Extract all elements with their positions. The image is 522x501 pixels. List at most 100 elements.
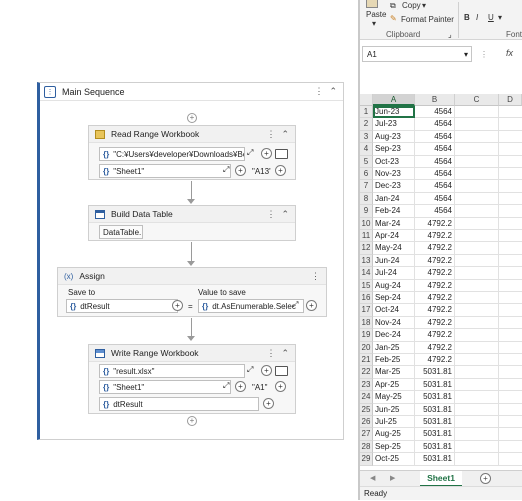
cell-d[interactable] xyxy=(499,230,522,243)
cell-b[interactable]: 4792.2 xyxy=(415,279,455,292)
cell-c[interactable] xyxy=(455,205,499,218)
cell-c[interactable] xyxy=(455,378,499,392)
cell-b[interactable]: 4564 xyxy=(415,118,455,131)
range-field[interactable]: "A13" xyxy=(249,164,271,178)
cell-c[interactable] xyxy=(455,118,499,131)
cell-d[interactable] xyxy=(499,379,522,392)
cell-c[interactable] xyxy=(455,267,499,280)
cell-c[interactable] xyxy=(455,279,499,292)
cell-a[interactable]: Jul-24 xyxy=(373,267,415,280)
cell-b[interactable]: 4792.2 xyxy=(415,230,455,243)
add-icon[interactable]: + xyxy=(261,365,272,376)
cell-a[interactable]: Jun-25 xyxy=(373,403,415,416)
row-header[interactable]: 21 xyxy=(360,354,373,367)
collapse-icon[interactable]: ⌃ xyxy=(329,86,337,97)
cell-c[interactable] xyxy=(455,168,499,181)
cell-a[interactable]: Oct-24 xyxy=(373,304,415,317)
cell-b[interactable]: 5031.81 xyxy=(415,366,455,379)
row-header[interactable]: 8 xyxy=(360,192,373,206)
cell-b[interactable]: 4792.2 xyxy=(415,292,455,305)
write-range-workbook-activity[interactable]: Write Range Workbook ⋮ ⌃ {} "result.xlsx… xyxy=(88,344,296,414)
row-header[interactable]: 26 xyxy=(360,416,373,429)
cell-c[interactable] xyxy=(455,230,499,243)
expand-editor-icon[interactable]: ⤢ xyxy=(247,365,253,375)
format-painter-icon[interactable]: ✎ xyxy=(390,14,397,23)
more-options-icon[interactable]: ⋮ xyxy=(311,271,320,282)
cell-c[interactable] xyxy=(455,192,499,206)
cell-a[interactable]: Aug-25 xyxy=(373,428,415,441)
row-header[interactable]: 27 xyxy=(360,428,373,441)
name-box[interactable]: A1 ▾ xyxy=(362,46,472,62)
cell-b[interactable]: 4564 xyxy=(415,205,455,218)
row-header[interactable]: 24 xyxy=(360,391,373,404)
row-header[interactable]: 4 xyxy=(360,143,373,156)
cell-d[interactable] xyxy=(499,329,522,342)
cell-d[interactable] xyxy=(499,317,522,330)
cell-c[interactable] xyxy=(455,130,499,144)
cell-d[interactable] xyxy=(499,416,522,429)
expand-editor-icon[interactable]: ⤢ xyxy=(223,381,229,391)
assign-activity[interactable]: (x) Assign ⋮ Save to Value to save {} dt… xyxy=(57,267,327,317)
workbook-path-field[interactable]: {} "C:¥Users¥developer¥Downloads¥Bool xyxy=(99,147,245,161)
select-all-corner[interactable] xyxy=(360,94,373,106)
italic-button[interactable]: I xyxy=(476,13,478,22)
write-range-field[interactable]: "A1" xyxy=(249,380,271,394)
cell-d[interactable] xyxy=(499,118,522,131)
add-icon[interactable]: + xyxy=(275,381,286,392)
cell-d[interactable] xyxy=(499,391,522,404)
column-header-d[interactable]: D xyxy=(499,94,522,106)
cell-b[interactable]: 4792.2 xyxy=(415,254,455,268)
row-header[interactable]: 10 xyxy=(360,217,373,230)
add-icon[interactable]: + xyxy=(172,300,183,311)
more-options-icon[interactable]: ⋮ xyxy=(266,209,275,220)
add-activity-icon[interactable]: + xyxy=(187,416,197,426)
cell-a[interactable]: Sep-23 xyxy=(373,143,415,156)
row-header[interactable]: 28 xyxy=(360,440,373,454)
cell-d[interactable] xyxy=(499,106,522,119)
cell-a[interactable]: Sep-24 xyxy=(373,292,415,305)
expand-editor-icon[interactable]: ⤢ xyxy=(247,148,253,158)
underline-dropdown-icon[interactable]: ▾ xyxy=(498,13,502,22)
more-options-icon[interactable]: ⋮ xyxy=(266,129,275,140)
row-header[interactable]: 9 xyxy=(360,205,373,218)
expand-editor-icon[interactable]: ⤢ xyxy=(292,300,298,310)
row-header[interactable]: 23 xyxy=(360,378,373,392)
row-header[interactable]: 22 xyxy=(360,366,373,379)
cell-d[interactable] xyxy=(499,168,522,181)
row-header[interactable]: 18 xyxy=(360,316,373,330)
cell-b[interactable]: 5031.81 xyxy=(415,453,455,466)
cell-a[interactable]: Jun-24 xyxy=(373,254,415,268)
cell-c[interactable] xyxy=(455,428,499,441)
cell-b[interactable]: 5031.81 xyxy=(415,440,455,454)
cell-b[interactable]: 4792.2 xyxy=(415,354,455,367)
cell-a[interactable]: Oct-25 xyxy=(373,453,415,466)
row-header[interactable]: 5 xyxy=(360,155,373,168)
cell-d[interactable] xyxy=(499,304,522,317)
cell-b[interactable]: 4564 xyxy=(415,168,455,181)
cell-b[interactable]: 4564 xyxy=(415,180,455,193)
row-header[interactable]: 2 xyxy=(360,118,373,131)
scroll-right-icon[interactable]: ▶ xyxy=(390,474,395,482)
more-options-icon[interactable]: ⋮ xyxy=(266,348,275,359)
paste-dropdown-icon[interactable]: ▾ xyxy=(372,19,376,28)
cell-b[interactable]: 4564 xyxy=(415,143,455,156)
cell-c[interactable] xyxy=(455,217,499,230)
formula-fx-button[interactable]: fx xyxy=(506,48,513,58)
cell-d[interactable] xyxy=(499,441,522,454)
cell-c[interactable] xyxy=(455,329,499,342)
column-header-b[interactable]: B xyxy=(415,94,455,106)
cell-a[interactable]: May-25 xyxy=(373,391,415,404)
cell-a[interactable]: Dec-23 xyxy=(373,180,415,193)
cell-d[interactable] xyxy=(499,404,522,416)
cell-d[interactable] xyxy=(499,218,522,230)
cell-b[interactable]: 4792.2 xyxy=(415,341,455,354)
value-to-save-field[interactable]: {} dt.AsEnumerable.Selec xyxy=(198,299,304,313)
cell-d[interactable] xyxy=(499,342,522,354)
cell-a[interactable]: Jun-23 xyxy=(373,106,415,119)
cell-d[interactable] xyxy=(499,453,522,466)
cell-d[interactable] xyxy=(499,255,522,268)
collapse-icon[interactable]: ⌃ xyxy=(281,209,289,220)
collapse-icon[interactable]: ⌃ xyxy=(281,348,289,359)
row-header[interactable]: 15 xyxy=(360,279,373,292)
cell-b[interactable]: 4564 xyxy=(415,192,455,206)
